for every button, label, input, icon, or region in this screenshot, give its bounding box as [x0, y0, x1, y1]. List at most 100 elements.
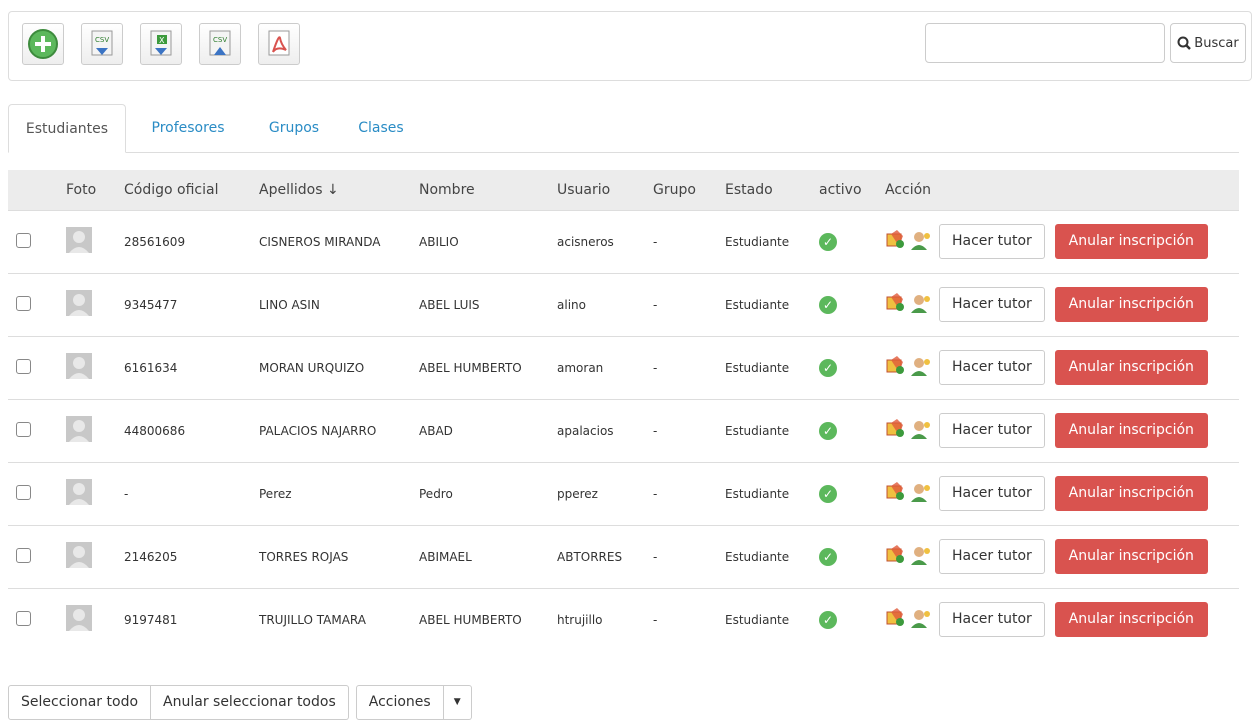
- usuario-cell: htrujillo: [557, 612, 603, 627]
- header-usuario[interactable]: Usuario: [549, 170, 645, 210]
- edit-user-icon[interactable]: [885, 230, 907, 253]
- table-row: 28561609 CISNEROS MIRANDA ABILIO acisneros -…: [8, 210, 1239, 273]
- active-check-icon[interactable]: ✓: [819, 232, 837, 251]
- hacer-tutor-button[interactable]: Hacer tutor: [939, 602, 1045, 638]
- estado-cell: Estudiante: [725, 549, 790, 564]
- anular-inscripcion-button[interactable]: Anular inscripción: [1054, 602, 1208, 638]
- header-nombre[interactable]: Nombre: [411, 170, 549, 210]
- header-apellidos[interactable]: Apellidos ↓: [251, 170, 411, 210]
- row-checkbox[interactable]: [16, 610, 31, 626]
- grupo-cell: -: [653, 234, 658, 249]
- search-icon: [1177, 36, 1192, 50]
- anular-inscripcion-button[interactable]: Anular inscripción: [1054, 287, 1208, 322]
- search-input[interactable]: [925, 23, 1165, 63]
- svg-text:CSV: CSV: [213, 36, 227, 44]
- user-settings-icon[interactable]: [909, 356, 931, 379]
- tab-clases[interactable]: Clases: [346, 104, 416, 152]
- active-check-icon[interactable]: ✓: [819, 484, 837, 503]
- avatar-placeholder-icon: [66, 290, 92, 316]
- table-row: 6161634 MORAN URQUIZO ABEL HUMBERTO amoran -…: [8, 336, 1239, 399]
- user-settings-icon[interactable]: [909, 293, 931, 316]
- bottom-actions: Seleccionar todo Anular seleccionar todo…: [8, 685, 472, 720]
- add-button[interactable]: [22, 23, 64, 65]
- anular-inscripcion-button[interactable]: Anular inscripción: [1054, 350, 1208, 385]
- tab-profesores[interactable]: Profesores: [136, 104, 240, 152]
- nombre-cell: ABEL HUMBERTO: [419, 612, 522, 627]
- nombre-cell: ABAD: [419, 423, 453, 438]
- tab-estudiantes[interactable]: Estudiantes: [8, 104, 126, 153]
- user-settings-icon[interactable]: [909, 608, 931, 631]
- edit-user-icon[interactable]: [885, 482, 907, 505]
- header-foto: Foto: [66, 181, 97, 198]
- codigo-cell: 2146205: [124, 549, 178, 564]
- hacer-tutor-button[interactable]: Hacer tutor: [939, 476, 1045, 511]
- hacer-tutor-button[interactable]: Hacer tutor: [939, 224, 1045, 259]
- user-settings-icon[interactable]: [909, 230, 931, 253]
- usuario-cell: acisneros: [557, 234, 614, 249]
- header-codigo[interactable]: Código oficial: [116, 170, 251, 210]
- header-grupo[interactable]: Grupo: [645, 170, 717, 210]
- nombre-cell: ABEL LUIS: [419, 297, 480, 312]
- active-check-icon[interactable]: ✓: [819, 421, 837, 440]
- students-table: Foto Código oficial Apellidos ↓ Nombre U…: [8, 170, 1239, 651]
- row-checkbox[interactable]: [16, 421, 31, 437]
- active-check-icon[interactable]: ✓: [819, 358, 837, 377]
- export-csv-button[interactable]: CSV: [81, 23, 123, 65]
- edit-user-icon[interactable]: [885, 608, 907, 631]
- row-checkbox[interactable]: [16, 295, 31, 311]
- grupo-cell: -: [653, 549, 658, 564]
- active-check-icon[interactable]: ✓: [819, 295, 837, 314]
- tab-grupos[interactable]: Grupos: [254, 104, 334, 152]
- hacer-tutor-button[interactable]: Hacer tutor: [939, 350, 1045, 385]
- anular-inscripcion-button[interactable]: Anular inscripción: [1054, 476, 1208, 511]
- active-check-icon[interactable]: ✓: [819, 610, 837, 629]
- usuario-cell: ABTORRES: [557, 549, 623, 564]
- avatar-placeholder-icon: [66, 227, 92, 253]
- edit-user-icon[interactable]: [885, 293, 907, 316]
- edit-user-icon[interactable]: [885, 545, 907, 568]
- anular-inscripcion-button[interactable]: Anular inscripción: [1054, 413, 1208, 448]
- header-accion: Acción: [885, 181, 932, 198]
- user-settings-icon[interactable]: [909, 482, 931, 505]
- row-checkbox[interactable]: [16, 547, 31, 563]
- import-csv-button[interactable]: CSV: [199, 23, 241, 65]
- select-all-button[interactable]: Seleccionar todo: [8, 685, 152, 720]
- header-select: [8, 170, 58, 210]
- edit-user-icon[interactable]: [885, 356, 907, 379]
- grupo-cell: -: [653, 423, 658, 438]
- header-activo[interactable]: activo: [811, 170, 877, 210]
- table-row: 9345477 LINO ASIN ABEL LUIS alino - Estudiant…: [8, 273, 1239, 336]
- svg-text:X: X: [159, 36, 165, 45]
- estado-cell: Estudiante: [725, 423, 790, 438]
- edit-user-icon[interactable]: [885, 419, 907, 442]
- usuario-cell: alino: [557, 297, 586, 312]
- hacer-tutor-button[interactable]: Hacer tutor: [939, 539, 1045, 574]
- search-button[interactable]: Buscar: [1170, 23, 1246, 63]
- export-pdf-button[interactable]: [258, 23, 300, 65]
- row-checkbox[interactable]: [16, 484, 31, 500]
- nombre-cell: Pedro: [419, 486, 453, 501]
- nombre-cell: ABEL HUMBERTO: [419, 360, 522, 375]
- active-check-icon[interactable]: ✓: [819, 547, 837, 566]
- user-settings-icon[interactable]: [909, 419, 931, 442]
- grupo-cell: -: [653, 612, 658, 627]
- row-checkbox[interactable]: [16, 232, 31, 248]
- actions-button[interactable]: Acciones: [355, 685, 444, 720]
- header-estado[interactable]: Estado: [717, 170, 811, 210]
- user-settings-icon[interactable]: [909, 545, 931, 568]
- avatar-placeholder-icon: [66, 416, 92, 442]
- table-header: Foto Código oficial Apellidos ↓ Nombre U…: [8, 170, 1239, 210]
- apellidos-cell: MORAN URQUIZO: [259, 360, 365, 375]
- hacer-tutor-button[interactable]: Hacer tutor: [939, 287, 1045, 322]
- deselect-all-button[interactable]: Anular seleccionar todos: [151, 685, 349, 720]
- apellidos-cell: PALACIOS NAJARRO: [259, 423, 377, 438]
- export-excel-button[interactable]: X: [140, 23, 182, 65]
- anular-inscripcion-button[interactable]: Anular inscripción: [1054, 539, 1208, 574]
- codigo-cell: 44800686: [124, 423, 186, 438]
- row-checkbox[interactable]: [16, 358, 31, 374]
- anular-inscripcion-button[interactable]: Anular inscripción: [1054, 224, 1208, 259]
- hacer-tutor-button[interactable]: Hacer tutor: [939, 413, 1045, 448]
- avatar-placeholder-icon: [66, 353, 92, 379]
- csv-import-icon: CSV: [209, 30, 231, 56]
- actions-dropdown-button[interactable]: ▼: [443, 685, 472, 720]
